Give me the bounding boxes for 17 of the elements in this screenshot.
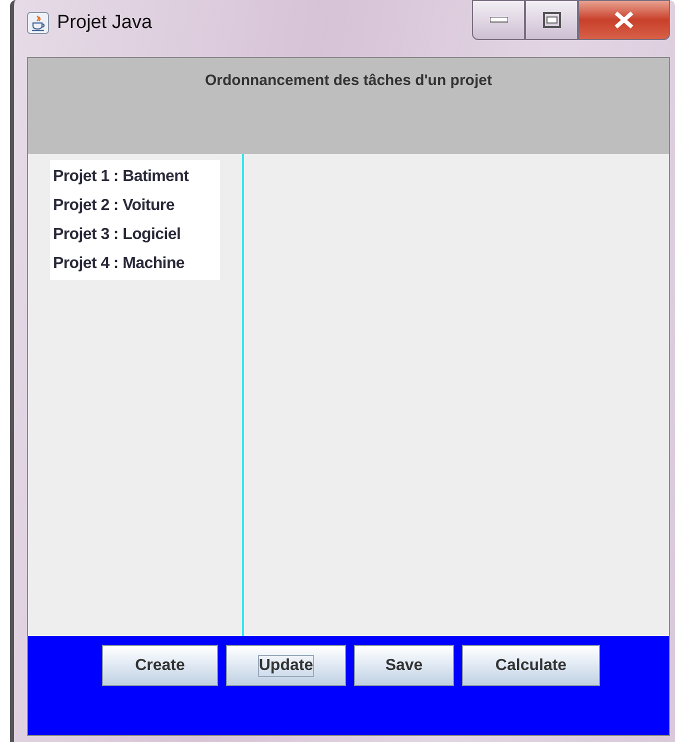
close-button[interactable]	[578, 0, 670, 40]
project-item[interactable]: Projet 3 : Logiciel	[53, 220, 220, 249]
action-button[interactable]: Calculate	[462, 645, 600, 686]
action-button[interactable]: Update	[226, 645, 346, 686]
cup-icon	[27, 12, 49, 34]
project-item[interactable]: Projet 2 : Voiture	[53, 191, 220, 220]
action-button[interactable]: Create	[102, 645, 218, 686]
project-item[interactable]: Projet 4 : Machine	[53, 249, 220, 278]
maximize-button[interactable]	[525, 0, 578, 40]
project-item[interactable]: Projet 1 : Batiment	[53, 162, 220, 191]
maximize-icon	[542, 12, 560, 28]
minimize-button[interactable]	[472, 0, 525, 40]
minimize-icon	[490, 17, 508, 23]
header-title: Ordonnancement des tâches d'un projet	[205, 72, 492, 90]
window-title: Projet Java	[57, 12, 152, 34]
action-button[interactable]: Save	[354, 645, 454, 686]
close-icon	[613, 11, 635, 29]
